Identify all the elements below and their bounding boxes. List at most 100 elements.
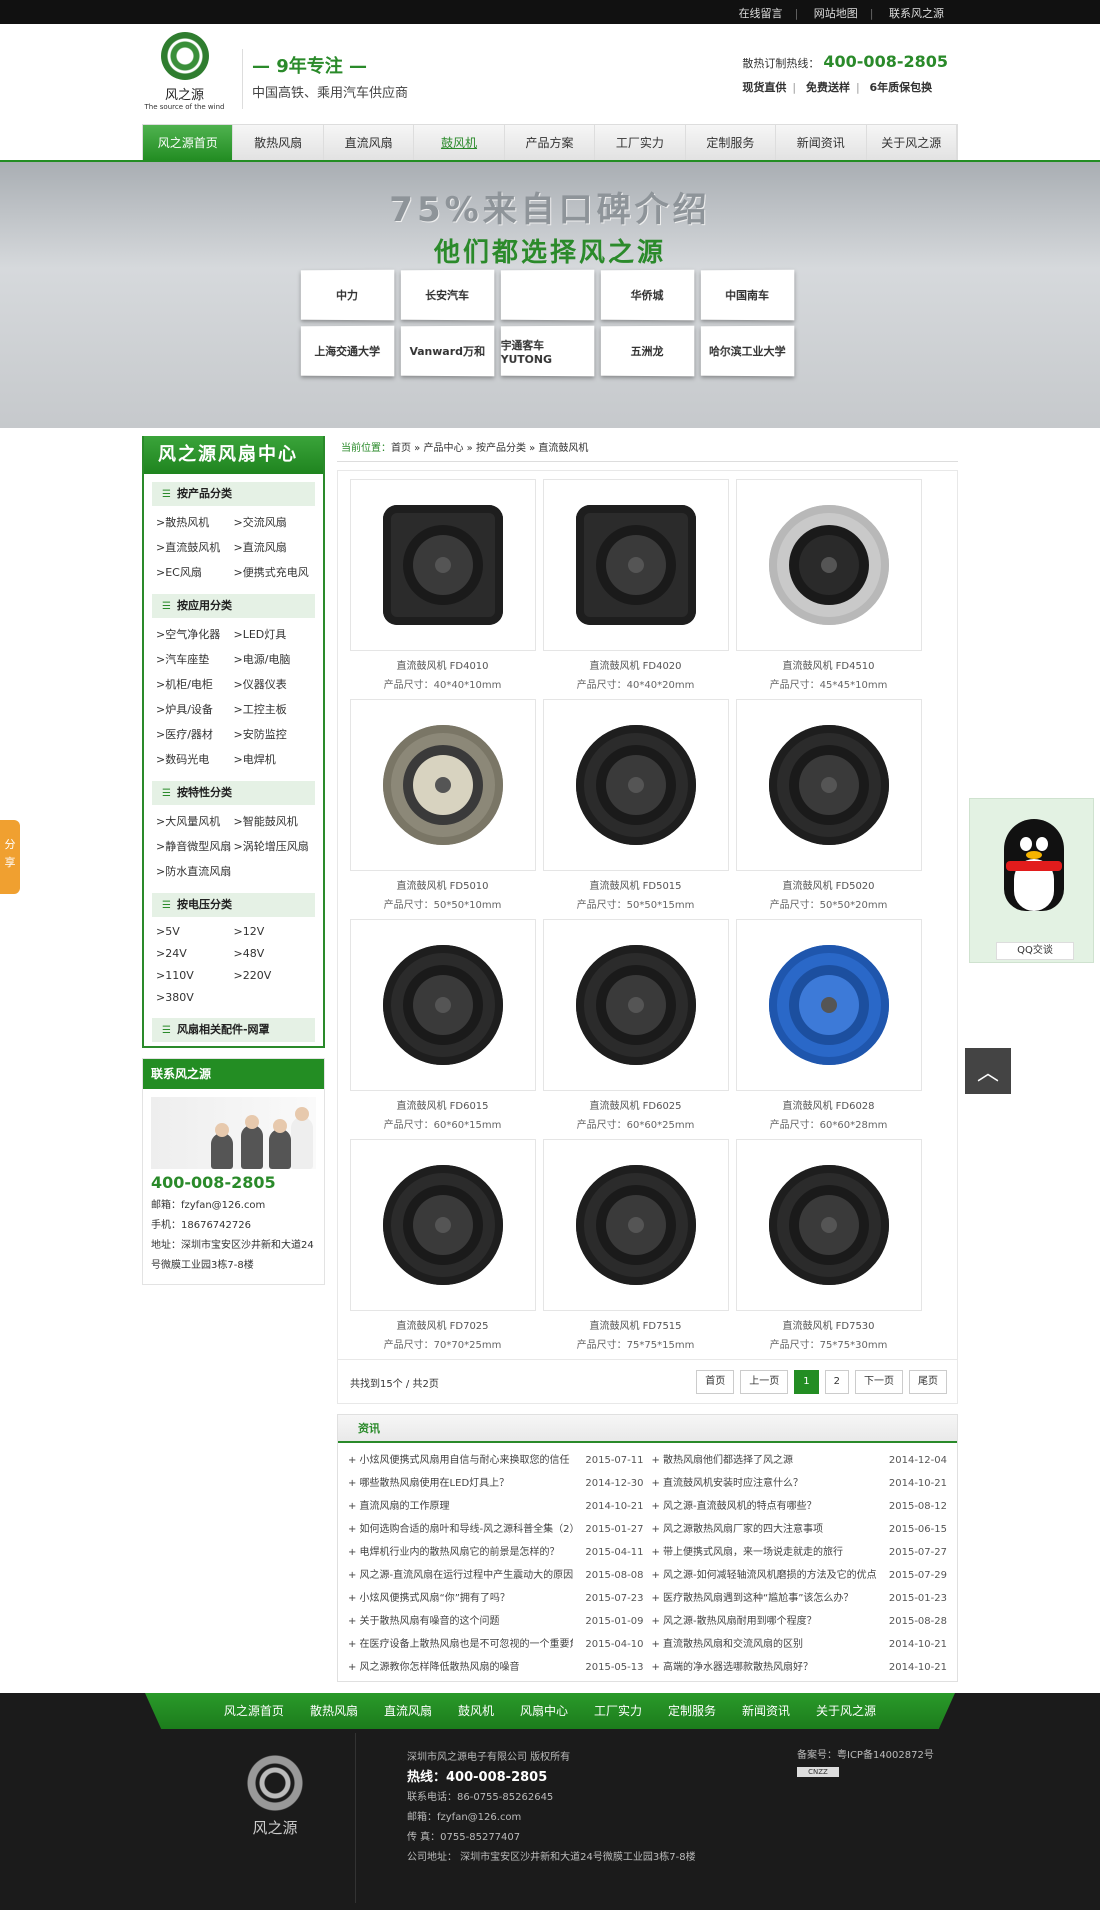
- category-link[interactable]: >大风量风机: [156, 813, 234, 829]
- category-link[interactable]: >电焊机: [234, 751, 312, 767]
- category-link[interactable]: >48V: [234, 947, 312, 960]
- news-item[interactable]: + 电焊机行业内的散热风扇它的前景是怎样的？ 2015-04-11: [348, 1541, 644, 1564]
- page-button[interactable]: 1: [794, 1370, 818, 1394]
- news-item[interactable]: + 如何选购合适的扇叶和导线-风之源科普全集（2） 2015-01-27: [348, 1518, 644, 1541]
- news-title-link[interactable]: + 风之源-散热风扇耐用到哪个程度？: [652, 1610, 877, 1633]
- product-card[interactable]: 直流鼓风机 FD6015 产品尺寸：60*60*15mm: [346, 919, 539, 1139]
- product-name[interactable]: 直流鼓风机 FD4020: [539, 657, 732, 672]
- page-button[interactable]: 上一页: [740, 1370, 788, 1394]
- news-title-link[interactable]: + 散热风扇他们都选择了风之源: [652, 1449, 877, 1472]
- product-image[interactable]: [350, 699, 536, 871]
- nav-cooling-fans[interactable]: 散热风扇: [233, 125, 323, 160]
- news-title-link[interactable]: + 风之源-如何减轻轴流风机磨损的方法及它的优点: [652, 1564, 877, 1587]
- news-title-link[interactable]: + 电焊机行业内的散热风扇它的前景是怎样的？: [348, 1541, 573, 1564]
- product-image[interactable]: [736, 1139, 922, 1311]
- news-title-link[interactable]: + 风之源散热风扇厂家的四大注意事项: [652, 1518, 877, 1541]
- product-card[interactable]: 直流鼓风机 FD5015 产品尺寸：50*50*15mm: [539, 699, 732, 919]
- back-to-top-button[interactable]: ︿: [965, 1048, 1011, 1094]
- breadcrumb-path[interactable]: 首页 » 产品中心 » 按产品分类 » 直流鼓风机: [391, 443, 588, 454]
- news-item[interactable]: + 直流鼓风机安装时应注意什么？ 2014-10-21: [652, 1472, 948, 1495]
- news-item[interactable]: + 风之源散热风扇厂家的四大注意事项 2015-06-15: [652, 1518, 948, 1541]
- product-name[interactable]: 直流鼓风机 FD5010: [346, 877, 539, 892]
- news-title-link[interactable]: + 带上便携式风扇，来一场说走就走的旅行: [652, 1541, 877, 1564]
- news-item[interactable]: + 小炫风便携式风扇“你”拥有了吗？ 2015-07-23: [348, 1587, 644, 1610]
- news-item[interactable]: + 医疗散热风扇遇到这种“尴尬事”该怎么办？ 2015-01-23: [652, 1587, 948, 1610]
- news-item[interactable]: + 直流散热风扇和交流风扇的区别 2014-10-21: [652, 1633, 948, 1656]
- category-link[interactable]: >便携式充电风: [234, 564, 312, 580]
- product-image[interactable]: [350, 1139, 536, 1311]
- news-item[interactable]: + 风之源教你怎样降低散热风扇的噪音 2015-05-13: [348, 1656, 644, 1679]
- footer-nav-item[interactable]: 散热风扇: [297, 1693, 371, 1729]
- category-link[interactable]: >安防监控: [234, 726, 312, 742]
- category-link[interactable]: >智能鼓风机: [234, 813, 312, 829]
- news-item[interactable]: + 高端的净水器选哪款散热风扇好？ 2014-10-21: [652, 1656, 948, 1679]
- news-item[interactable]: + 风之源-如何减轻轴流风机磨损的方法及它的优点 2015-07-29: [652, 1564, 948, 1587]
- footer-nav-item[interactable]: 直流风扇: [371, 1693, 445, 1729]
- product-card[interactable]: 直流鼓风机 FD7530 产品尺寸：75*75*30mm: [732, 1139, 925, 1359]
- category-link[interactable]: >直流风扇: [234, 539, 312, 555]
- news-title-link[interactable]: + 小炫风便携式风扇用自信与耐心来换取您的信任: [348, 1449, 573, 1472]
- product-image[interactable]: [543, 479, 729, 651]
- footer-nav-item[interactable]: 关于风之源: [803, 1693, 889, 1729]
- product-card[interactable]: 直流鼓风机 FD4510 产品尺寸：45*45*10mm: [732, 479, 925, 699]
- product-card[interactable]: 直流鼓风机 FD6028 产品尺寸：60*60*28mm: [732, 919, 925, 1139]
- category-link[interactable]: >汽车座垫: [156, 651, 234, 667]
- footer-nav-item[interactable]: 鼓风机: [445, 1693, 507, 1729]
- category-link[interactable]: >机柜/电柜: [156, 676, 234, 692]
- category-link[interactable]: >5V: [156, 925, 234, 938]
- news-title-link[interactable]: + 高端的净水器选哪款散热风扇好？: [652, 1656, 877, 1679]
- product-card[interactable]: 直流鼓风机 FD7025 产品尺寸：70*70*25mm: [346, 1139, 539, 1359]
- news-title-link[interactable]: + 风之源-直流鼓风机的特点有哪些？: [652, 1495, 877, 1518]
- footer-nav-item[interactable]: 定制服务: [655, 1693, 729, 1729]
- top-link-sitemap[interactable]: 网站地图: [814, 7, 858, 20]
- nav-dc-fans[interactable]: 直流风扇: [324, 125, 414, 160]
- news-item[interactable]: + 带上便携式风扇，来一场说走就走的旅行 2015-07-27: [652, 1541, 948, 1564]
- news-title-link[interactable]: + 直流风扇的工作原理: [348, 1495, 573, 1518]
- news-title-link[interactable]: + 直流散热风扇和交流风扇的区别: [652, 1633, 877, 1656]
- news-item[interactable]: + 风之源-直流风扇在运行过程中产生震动大的原因是 2015-08-08: [348, 1564, 644, 1587]
- category-link[interactable]: >工控主板: [234, 701, 312, 717]
- category-link[interactable]: >12V: [234, 925, 312, 938]
- category-header[interactable]: ☰ 按电压分类: [152, 893, 315, 917]
- product-name[interactable]: 直流鼓风机 FD7515: [539, 1317, 732, 1332]
- news-item[interactable]: + 哪些散热风扇使用在LED灯具上？ 2014-12-30: [348, 1472, 644, 1495]
- product-image[interactable]: [350, 479, 536, 651]
- product-image[interactable]: [350, 919, 536, 1091]
- product-name[interactable]: 直流鼓风机 FD5020: [732, 877, 925, 892]
- category-link[interactable]: >380V: [156, 991, 234, 1004]
- nav-home[interactable]: 风之源首页: [143, 125, 233, 160]
- product-name[interactable]: 直流鼓风机 FD5015: [539, 877, 732, 892]
- news-title-link[interactable]: + 如何选购合适的扇叶和导线-风之源科普全集（2）: [348, 1518, 573, 1541]
- category-link[interactable]: >防水直流风扇: [156, 863, 234, 879]
- cnzz-badge[interactable]: CNZZ: [797, 1767, 839, 1777]
- news-title-link[interactable]: + 医疗散热风扇遇到这种“尴尬事”该怎么办？: [652, 1587, 877, 1610]
- footer-nav-item[interactable]: 新闻资讯: [729, 1693, 803, 1729]
- category-link[interactable]: >220V: [234, 969, 312, 982]
- news-title-link[interactable]: + 风之源教你怎样降低散热风扇的噪音: [348, 1656, 573, 1679]
- product-card[interactable]: 直流鼓风机 FD4010 产品尺寸：40*40*10mm: [346, 479, 539, 699]
- news-title-link[interactable]: + 在医疗设备上散热风扇也是不可忽视的一个重要角: [348, 1633, 573, 1656]
- product-card[interactable]: 直流鼓风机 FD6025 产品尺寸：60*60*25mm: [539, 919, 732, 1139]
- product-card[interactable]: 直流鼓风机 FD4020 产品尺寸：40*40*20mm: [539, 479, 732, 699]
- nav-custom[interactable]: 定制服务: [686, 125, 776, 160]
- product-image[interactable]: [736, 699, 922, 871]
- category-link[interactable]: >直流鼓风机: [156, 539, 234, 555]
- category-link[interactable]: >空气净化器: [156, 626, 234, 642]
- product-name[interactable]: 直流鼓风机 FD6025: [539, 1097, 732, 1112]
- news-item[interactable]: + 小炫风便携式风扇用自信与耐心来换取您的信任 2015-07-11: [348, 1449, 644, 1472]
- nav-about[interactable]: 关于风之源: [867, 125, 957, 160]
- category-link[interactable]: >涡轮增压风扇: [234, 838, 312, 854]
- category-header[interactable]: ☰ 按产品分类: [152, 482, 315, 506]
- category-header[interactable]: ☰ 风扇相关配件-网罩: [152, 1018, 315, 1042]
- product-image[interactable]: [543, 1139, 729, 1311]
- footer-icp-number[interactable]: 备案号：粤ICP备14002872号: [797, 1748, 934, 1764]
- category-link[interactable]: >LED灯具: [234, 626, 312, 642]
- product-image[interactable]: [543, 919, 729, 1091]
- category-link[interactable]: >静音微型风扇: [156, 838, 234, 854]
- page-button[interactable]: 首页: [696, 1370, 734, 1394]
- news-title-link[interactable]: + 哪些散热风扇使用在LED灯具上？: [348, 1472, 573, 1495]
- news-item[interactable]: + 在医疗设备上散热风扇也是不可忽视的一个重要角 2015-04-10: [348, 1633, 644, 1656]
- news-item[interactable]: + 散热风扇他们都选择了风之源 2014-12-04: [652, 1449, 948, 1472]
- product-image[interactable]: [736, 919, 922, 1091]
- page-button[interactable]: 下一页: [855, 1370, 903, 1394]
